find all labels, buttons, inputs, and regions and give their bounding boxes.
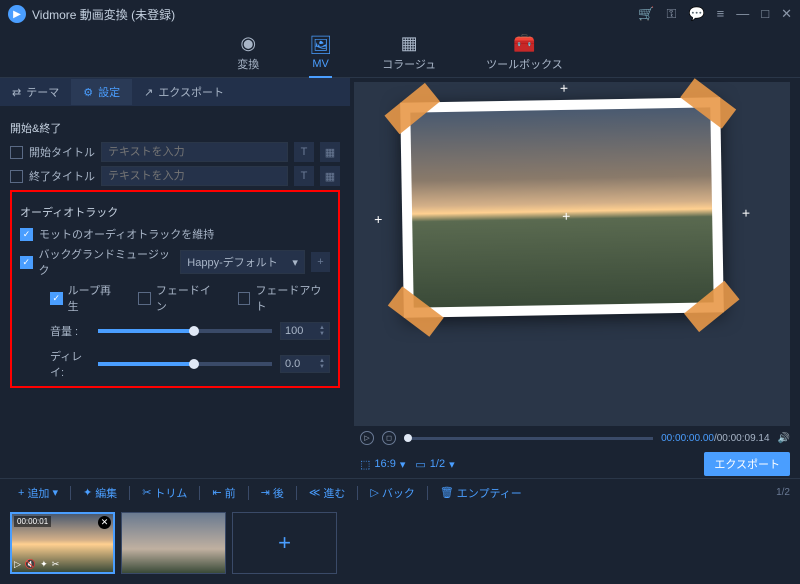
thumb-mute-icon[interactable]: 🔇 <box>25 559 36 570</box>
handle-top[interactable]: + <box>560 80 568 96</box>
handle-right[interactable]: + <box>742 204 750 220</box>
bgm-label: バックグランドミュージック <box>39 246 175 278</box>
mv-icon: 🖼 <box>309 35 332 56</box>
start-title-text-btn[interactable]: T <box>294 142 314 162</box>
thumb-play-icon[interactable]: ▷ <box>14 559 21 570</box>
edit-button[interactable]: ✦ 編集 <box>75 482 125 504</box>
start-end-header: 開始&終了 <box>10 120 340 136</box>
photo-frame[interactable]: + + + + <box>400 97 724 318</box>
window-title: Vidmore 動画変換 (未登録) <box>32 6 638 23</box>
stop-button[interactable]: ◻ <box>382 431 396 445</box>
start-title-checkbox[interactable] <box>10 146 23 159</box>
start-title-color-btn[interactable]: ▦ <box>320 142 340 162</box>
start-title-label: 開始タイトル <box>29 144 95 160</box>
subtab-theme[interactable]: ⇄テーマ <box>0 79 71 105</box>
volume-label: 音量 : <box>50 323 90 339</box>
clip-thumbnail-1[interactable]: 00:00:01 ✕ ▷ 🔇 ✦ ✂ <box>10 512 115 574</box>
volume-slider[interactable] <box>98 329 272 333</box>
volume-icon[interactable]: 🔊 <box>778 433 790 444</box>
split-icon: ▭ <box>415 458 425 471</box>
export-button[interactable]: エクスポート <box>704 452 790 476</box>
keep-original-checkbox[interactable]: ✓ <box>20 228 33 241</box>
loop-checkbox[interactable]: ✓ <box>50 292 63 305</box>
fadein-checkbox[interactable] <box>138 292 151 305</box>
fadeout-label: フェードアウト <box>255 282 330 314</box>
audio-header: オーディオトラック <box>20 204 330 220</box>
add-clip-button[interactable]: + <box>232 512 337 574</box>
thumb-remove-icon[interactable]: ✕ <box>98 516 111 529</box>
audio-track-section-highlight: オーディオトラック ✓ モットのオーディオトラックを維持 ✓ バックグランドミュ… <box>10 190 340 388</box>
forward-button[interactable]: ≪ 進む <box>301 482 354 504</box>
keep-original-label: モットのオーディオトラックを維持 <box>39 226 214 242</box>
key-icon[interactable]: ⚿ <box>667 6 677 22</box>
app-logo: ▶ <box>8 5 26 23</box>
after-button[interactable]: ⇥ 後 <box>253 482 292 504</box>
add-button[interactable]: + 追加 ▾ <box>10 482 66 504</box>
menu-icon[interactable]: ≡ <box>717 6 725 22</box>
aspect-ratio-selector[interactable]: ⬚16:9▾ <box>360 458 405 471</box>
play-button[interactable]: ▷ <box>360 431 374 445</box>
before-button[interactable]: ⇤ 前 <box>204 482 243 504</box>
handle-center[interactable]: + <box>562 207 570 223</box>
minimize-icon[interactable]: — <box>736 6 749 22</box>
delay-slider[interactable] <box>98 362 272 366</box>
theme-icon: ⇄ <box>12 86 21 99</box>
empty-button[interactable]: 🗑 エンプティー <box>432 482 530 504</box>
delay-label: ディレイ: <box>50 348 90 380</box>
page-indicator: 1/2 <box>776 487 790 498</box>
tab-convert[interactable]: ◉変換 <box>237 33 259 72</box>
preview-canvas: + + + + <box>354 82 790 426</box>
handle-left[interactable]: + <box>374 211 382 227</box>
fadein-label: フェードイン <box>156 282 220 314</box>
total-time: 00:00:09.14 <box>717 433 770 444</box>
chevron-down-icon: ▾ <box>292 256 298 269</box>
subtab-export[interactable]: ↗エクスポート <box>132 79 236 105</box>
tab-collage[interactable]: ▦コラージュ <box>382 33 436 72</box>
clip-thumbnail-2[interactable] <box>121 512 226 574</box>
end-title-color-btn[interactable]: ▦ <box>320 166 340 186</box>
fadeout-checkbox[interactable] <box>238 292 251 305</box>
loop-label: ループ再生 <box>68 282 121 314</box>
cart-icon[interactable]: 🛒 <box>638 6 654 22</box>
thumb-trim-icon[interactable]: ✂ <box>52 559 60 570</box>
close-icon[interactable]: ✕ <box>781 6 792 22</box>
end-title-text-btn[interactable]: T <box>294 166 314 186</box>
end-title-label: 終了タイトル <box>29 168 95 184</box>
back-button[interactable]: ▷ バック <box>362 482 422 504</box>
volume-spinner[interactable]: 100▲▼ <box>280 322 330 340</box>
start-title-input[interactable] <box>101 142 288 162</box>
end-title-input[interactable] <box>101 166 288 186</box>
bgm-checkbox[interactable]: ✓ <box>20 256 33 269</box>
export-icon: ↗ <box>144 86 153 99</box>
delay-spinner[interactable]: 0.0▲▼ <box>280 355 330 373</box>
aspect-icon: ⬚ <box>360 458 370 471</box>
maximize-icon[interactable]: □ <box>761 6 769 22</box>
gear-icon: ⚙ <box>83 86 93 99</box>
progress-slider[interactable] <box>404 437 653 440</box>
subtab-settings[interactable]: ⚙設定 <box>71 79 132 105</box>
collage-icon: ▦ <box>401 33 418 54</box>
trim-button[interactable]: ✂ トリム <box>134 482 195 504</box>
bgm-dropdown[interactable]: Happy-デフォルト▾ <box>180 250 305 274</box>
current-time: 00:00:00.00 <box>661 433 714 444</box>
thumb-time: 00:00:01 <box>14 516 51 527</box>
toolbox-icon: 🧰 <box>513 33 535 54</box>
end-title-checkbox[interactable] <box>10 170 23 183</box>
convert-icon: ◉ <box>240 33 256 54</box>
feedback-icon[interactable]: 💬 <box>688 6 704 22</box>
split-selector[interactable]: ▭1/2▾ <box>415 458 454 471</box>
thumb-edit-icon[interactable]: ✦ <box>40 559 48 570</box>
tab-mv[interactable]: 🖼MV <box>309 35 332 70</box>
bgm-add-button[interactable]: + <box>311 252 330 272</box>
tab-toolbox[interactable]: 🧰ツールボックス <box>486 33 563 72</box>
